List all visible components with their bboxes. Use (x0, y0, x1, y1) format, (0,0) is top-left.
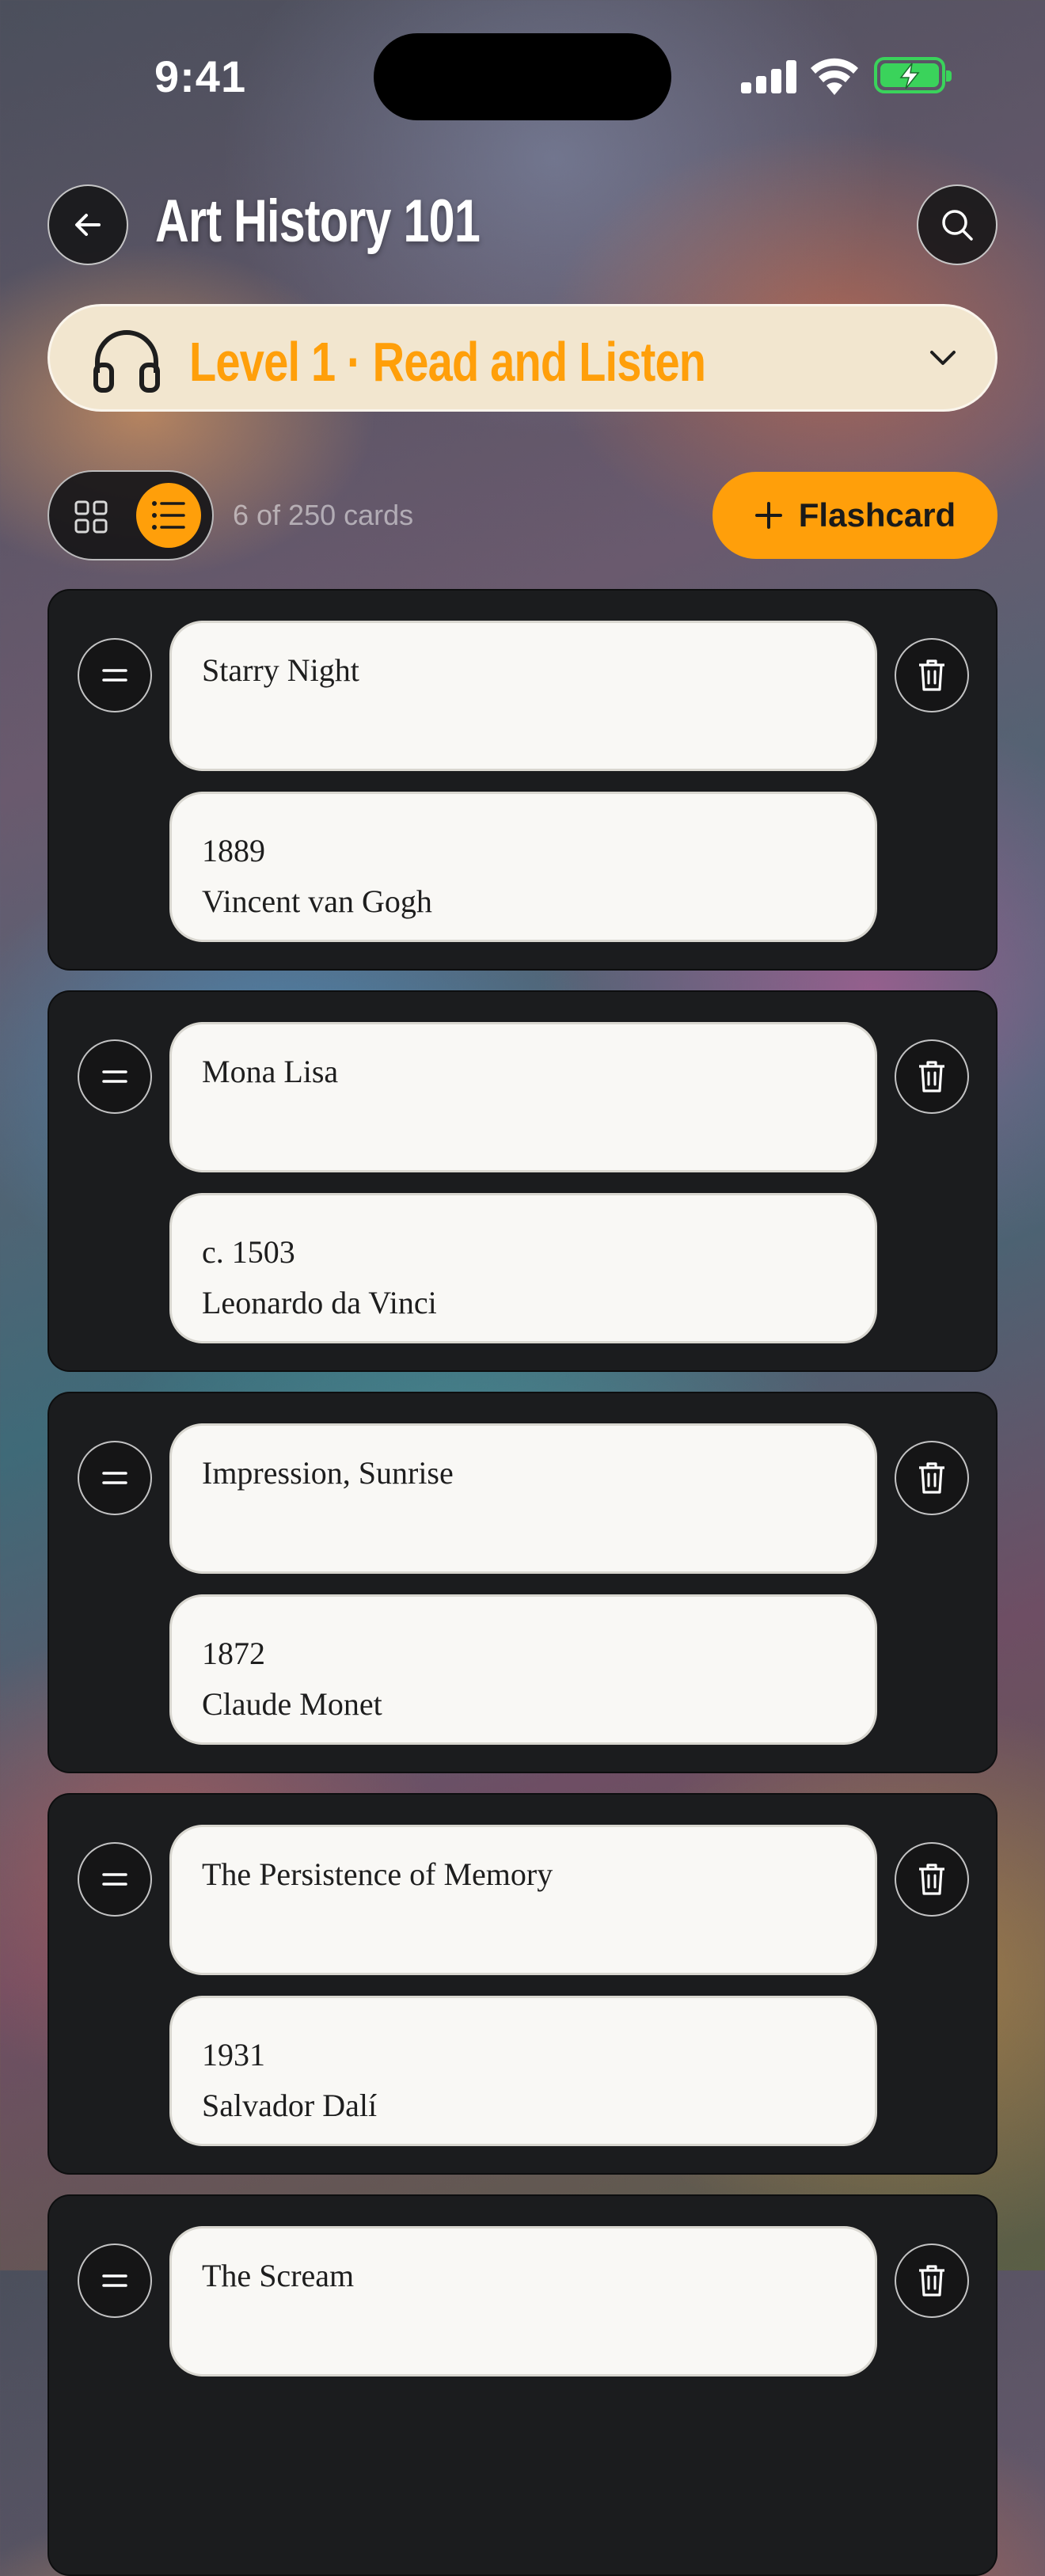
card-back-field[interactable]: 1889 Vincent van Gogh Netherlands / Fran… (169, 792, 877, 942)
trash-icon (919, 1864, 944, 1895)
search-icon (942, 210, 973, 241)
dynamic-island (374, 33, 671, 120)
battery-icon (874, 57, 952, 93)
delete-card-button[interactable] (895, 1039, 969, 1114)
status-time: 9:41 (154, 51, 247, 101)
drag-handle-icon (102, 2274, 127, 2287)
trash-icon (919, 659, 944, 691)
drag-handle[interactable] (78, 1441, 152, 1515)
drag-handle-icon (102, 669, 127, 682)
trash-icon (919, 1061, 944, 1092)
add-flashcard-label: Flashcard (798, 496, 956, 534)
grid-view-icon[interactable] (74, 500, 108, 534)
search-button[interactable] (917, 184, 998, 265)
plus-icon (754, 502, 782, 529)
delete-card-button[interactable] (895, 1842, 969, 1917)
card-front-field[interactable]: The Persistence of Memory (169, 1825, 877, 1975)
delete-card-button[interactable] (895, 1441, 969, 1515)
list-view-button[interactable] (136, 483, 201, 548)
flashcard: Starry Night 1889 Vincent van Gogh Nethe… (48, 589, 998, 971)
flashcard: The Persistence of Memory 1931 Salvador … (48, 1793, 998, 2175)
view-toggle (48, 470, 214, 560)
page-title: Art History 101 (155, 188, 481, 255)
flashcard: Impression, Sunrise 1872 Claude Monet Fr… (48, 1392, 998, 1773)
card-front-field[interactable]: Impression, Sunrise (169, 1423, 877, 1574)
trash-icon (919, 1462, 944, 1494)
wifi-icon (811, 58, 858, 95)
list-view-icon (152, 501, 185, 530)
headphones-icon (93, 330, 160, 393)
add-flashcard-button[interactable]: Flashcard (712, 472, 998, 559)
level-label: Level 1 · Read and Listen (189, 331, 706, 393)
status-bar: 9:41 (0, 0, 1045, 150)
card-front-field[interactable]: The Scream (169, 2226, 877, 2377)
delete-card-button[interactable] (895, 638, 969, 712)
card-back-field[interactable]: 1931 Salvador Dalí Spain (169, 1996, 877, 2146)
drag-handle-icon (102, 1873, 127, 1886)
drag-handle-icon (102, 1070, 127, 1083)
drag-handle[interactable] (78, 638, 152, 712)
drag-handle[interactable] (78, 2244, 152, 2318)
level-selector[interactable]: Level 1 · Read and Listen (48, 304, 998, 412)
drag-handle[interactable] (78, 1039, 152, 1114)
card-back-field[interactable]: c. 1503 Leonardo da Vinci Italy (169, 1193, 877, 1343)
trash-icon (919, 2265, 944, 2297)
chevron-down-icon (930, 351, 956, 365)
delete-card-button[interactable] (895, 2244, 969, 2318)
cellular-signal-icon (741, 59, 796, 93)
drag-handle-icon (102, 1472, 127, 1484)
drag-handle[interactable] (78, 1842, 152, 1917)
card-front-field[interactable]: Starry Night (169, 621, 877, 771)
card-back-field[interactable]: 1872 Claude Monet France (169, 1594, 877, 1745)
back-button[interactable] (48, 184, 128, 265)
arrow-left-icon (75, 214, 101, 236)
flashcard: The Scream (48, 2194, 998, 2576)
card-count: 6 of 250 cards (233, 499, 414, 531)
card-front-field[interactable]: Mona Lisa (169, 1022, 877, 1172)
flashcard: Mona Lisa c. 1503 Leonardo da Vinci Ital… (48, 990, 998, 1372)
